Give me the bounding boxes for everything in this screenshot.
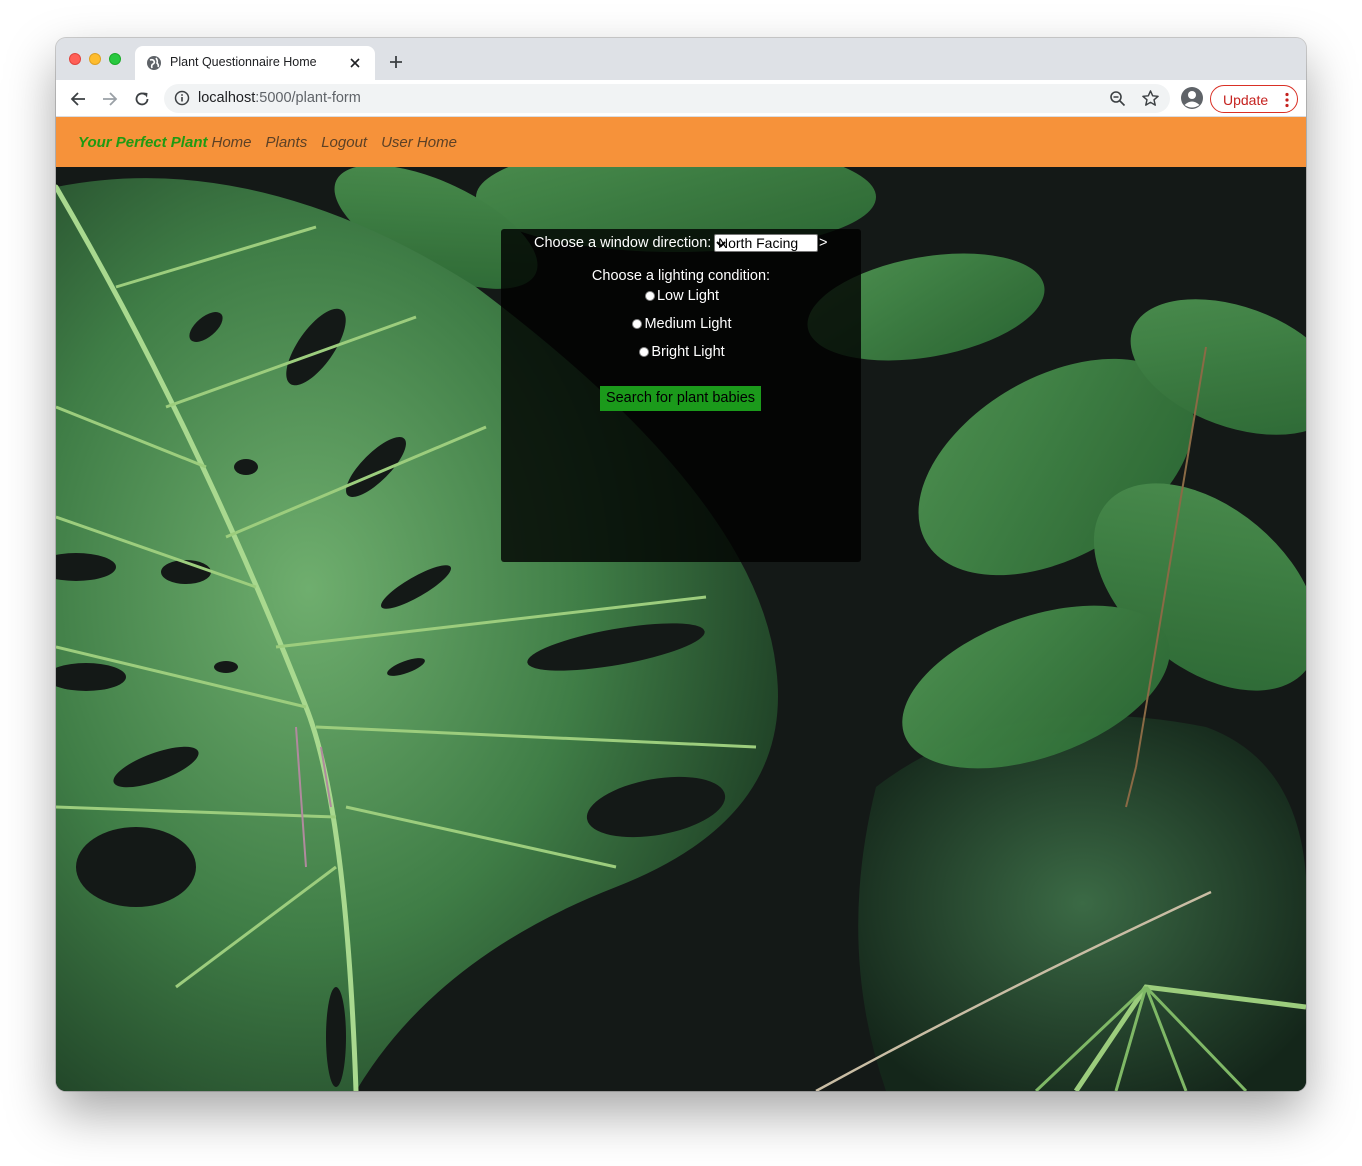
questionnaire-form: Choose a window direction: North Facing … bbox=[501, 229, 861, 562]
direction-label: Choose a window direction: bbox=[534, 235, 712, 251]
direction-trailing-text: > bbox=[819, 235, 828, 251]
new-tab-icon[interactable] bbox=[386, 52, 406, 72]
url-host: localhost bbox=[198, 90, 256, 106]
chevron-down-icon bbox=[716, 241, 726, 248]
zoom-window-button[interactable] bbox=[109, 53, 121, 65]
menu-dots-icon bbox=[1285, 92, 1289, 108]
update-button[interactable]: Update bbox=[1210, 85, 1298, 113]
tab-close-icon[interactable] bbox=[345, 53, 365, 73]
nav-link-home[interactable]: Home bbox=[211, 134, 251, 151]
url-path: :5000/plant-form bbox=[255, 90, 361, 106]
zoom-icon[interactable] bbox=[1109, 90, 1126, 107]
update-button-label: Update bbox=[1223, 92, 1269, 108]
tab-title: Plant Questionnaire Home bbox=[170, 55, 317, 69]
direction-select[interactable]: North Facing bbox=[714, 234, 818, 252]
back-arrow-icon[interactable] bbox=[66, 87, 90, 111]
url-text: localhost:5000/plant-form bbox=[198, 90, 361, 106]
browser-toolbar: localhost:5000/plant-form Update bbox=[56, 80, 1306, 117]
address-bar[interactable]: localhost:5000/plant-form bbox=[164, 84, 1170, 113]
nav-link-user-home[interactable]: User Home bbox=[381, 134, 457, 151]
radio-option-bright-light[interactable]: Bright Light bbox=[501, 344, 861, 364]
radio-button[interactable] bbox=[644, 291, 655, 301]
browser-tab[interactable]: Plant Questionnaire Home bbox=[135, 46, 375, 80]
close-window-button[interactable] bbox=[69, 53, 81, 65]
direction-select-value: North Facing bbox=[718, 235, 799, 251]
site-info-icon[interactable] bbox=[174, 90, 190, 106]
radio-button[interactable] bbox=[639, 347, 650, 357]
radio-label: Bright Light bbox=[651, 344, 725, 360]
radio-option-low-light[interactable]: Low Light bbox=[501, 288, 861, 308]
site-navbar: Your Perfect Plant Home Plants Logout Us… bbox=[56, 117, 1306, 167]
bookmark-star-icon[interactable] bbox=[1141, 89, 1160, 108]
reload-icon[interactable] bbox=[130, 87, 154, 111]
hero-background: Choose a window direction: North Facing … bbox=[56, 167, 1306, 1091]
nav-link-plants[interactable]: Plants bbox=[266, 134, 308, 151]
browser-window: Plant Questionnaire Home localhost:5000/… bbox=[56, 38, 1306, 1091]
globe-icon bbox=[147, 56, 161, 70]
brand-link[interactable]: Your Perfect Plant bbox=[78, 134, 207, 151]
radio-button[interactable] bbox=[632, 319, 643, 329]
profile-avatar-icon[interactable] bbox=[1180, 86, 1204, 110]
nav-link-logout[interactable]: Logout bbox=[321, 134, 367, 151]
search-plants-button[interactable]: Search for plant babies bbox=[600, 386, 761, 411]
tab-strip: Plant Questionnaire Home bbox=[56, 38, 1306, 80]
radio-option-medium-light[interactable]: Medium Light bbox=[501, 316, 861, 336]
minimize-window-button[interactable] bbox=[89, 53, 101, 65]
radio-label: Low Light bbox=[656, 288, 720, 304]
web-page: Your Perfect Plant Home Plants Logout Us… bbox=[56, 117, 1306, 1091]
radio-label: Medium Light bbox=[644, 316, 732, 332]
lighting-label: Choose a lighting condition: bbox=[591, 268, 771, 284]
direction-row: Choose a window direction: North Facing … bbox=[501, 233, 861, 253]
forward-arrow-icon[interactable] bbox=[98, 87, 122, 111]
